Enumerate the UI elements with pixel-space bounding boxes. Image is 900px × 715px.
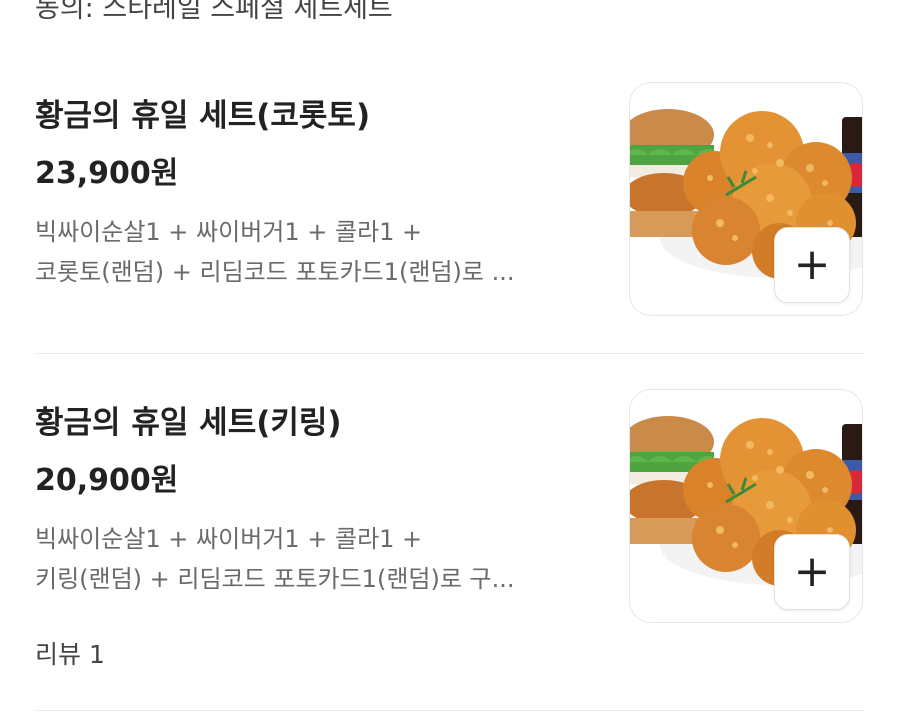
item-divider [35, 353, 865, 354]
description-line-2: 키링(랜덤) + 리딤코드 포토카드1(랜덤)로 구... [35, 565, 515, 593]
description-line-1: 빅싸이순살1 + 싸이버거1 + 콜라1 + [35, 525, 423, 553]
review-count: 리뷰 1 [35, 640, 105, 669]
description-line-2: 코롯토(랜덤) + 리딤코드 포토카드1(랜덤)로 ... [35, 258, 515, 286]
previous-item-description: 동의: 스타레일 스페셜 세트세트 [35, 0, 393, 24]
plus-icon: + [793, 546, 831, 597]
plus-icon: + [793, 239, 831, 290]
menu-item-price: 23,900원 [35, 156, 179, 191]
menu-item-name: 황금의 휴일 세트(코롯토) [35, 98, 371, 134]
menu-item-price: 20,900원 [35, 463, 179, 498]
add-to-cart-button[interactable]: + [774, 534, 850, 610]
add-to-cart-button[interactable]: + [774, 227, 850, 303]
menu-item-description: 빅싸이순살1 + 싸이버거1 + 콜라1 + 키링(랜덤) + 리딤코드 포토카… [35, 519, 595, 599]
menu-item-goldenholiday-corotto[interactable]: 황금의 휴일 세트(코롯토) 23,900원 빅싸이순살1 + 싸이버거1 + … [35, 80, 865, 320]
menu-item-thumbnail[interactable]: + [629, 82, 863, 316]
item-divider [35, 710, 865, 711]
menu-item-goldenholiday-keyring[interactable]: 황금의 휴일 세트(키링) 20,900원 빅싸이순살1 + 싸이버거1 + 콜… [35, 387, 865, 677]
menu-item-name: 황금의 휴일 세트(키링) [35, 405, 342, 441]
description-line-1: 빅싸이순살1 + 싸이버거1 + 콜라1 + [35, 218, 423, 246]
menu-item-thumbnail[interactable]: + [629, 389, 863, 623]
menu-item-description: 빅싸이순살1 + 싸이버거1 + 콜라1 + 코롯토(랜덤) + 리딤코드 포토… [35, 212, 595, 292]
